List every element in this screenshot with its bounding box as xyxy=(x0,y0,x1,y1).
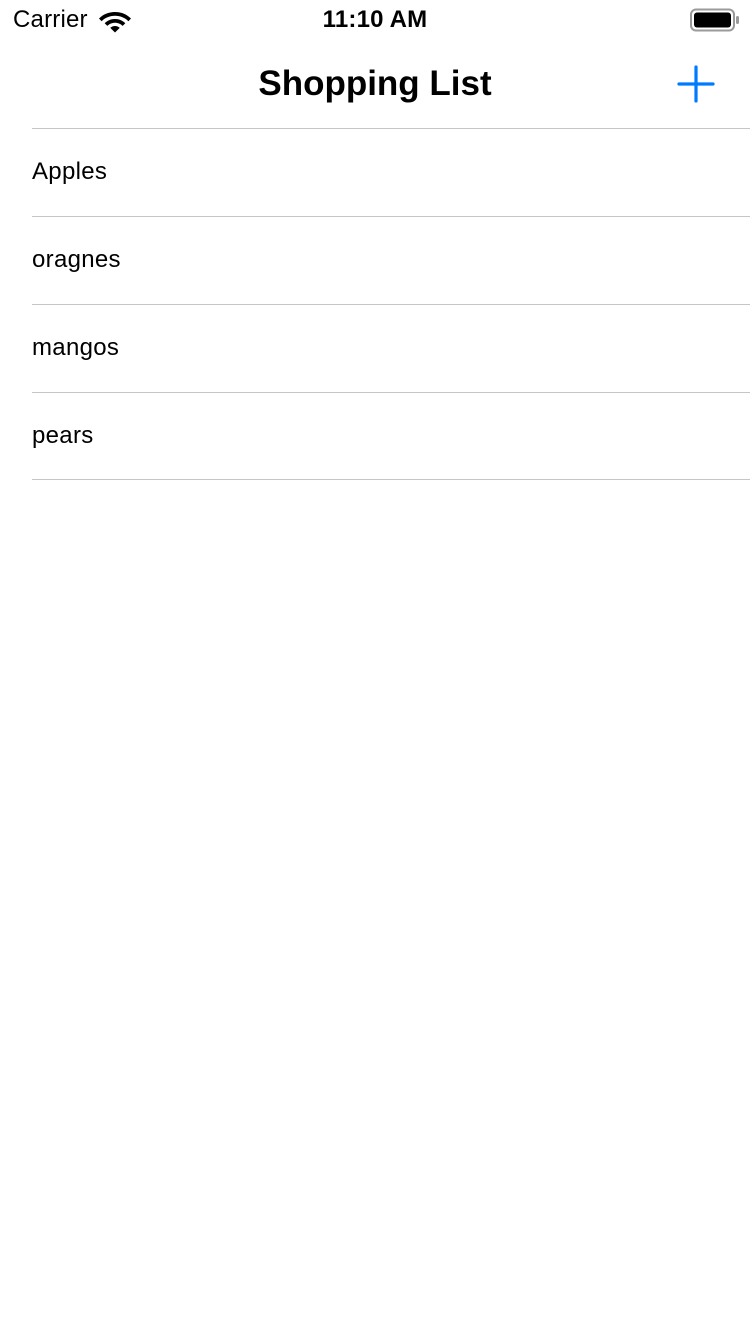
list-item-label: Apples xyxy=(32,158,108,185)
list-item[interactable]: oragnes xyxy=(0,216,750,304)
list-item[interactable]: Apples xyxy=(0,128,750,216)
status-time: 11:10 AM xyxy=(322,6,428,33)
list-item-label: oragnes xyxy=(32,246,121,273)
add-item-button[interactable] xyxy=(668,56,724,112)
page-title: Shopping List xyxy=(258,64,492,103)
app-screen: Carrier 11:10 AM Shopping List Apples or… xyxy=(0,0,750,1334)
list-item-label: mangos xyxy=(32,334,120,361)
list-item[interactable]: mangos xyxy=(0,304,750,392)
status-bar: Carrier 11:10 AM xyxy=(0,0,750,40)
shopping-list: Apples oragnes mangos pears xyxy=(0,128,750,480)
navigation-bar: Shopping List xyxy=(0,40,750,128)
list-item[interactable]: pears xyxy=(0,392,750,480)
list-item-label: pears xyxy=(32,422,94,449)
battery-full-icon xyxy=(690,8,739,32)
plus-icon xyxy=(677,65,715,103)
